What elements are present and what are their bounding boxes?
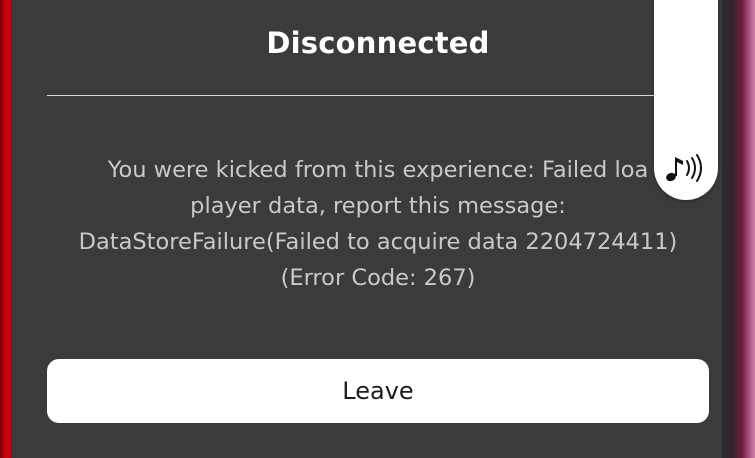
music-note-speaker-icon[interactable] [660, 150, 708, 186]
dialog-title: Disconnected [266, 26, 490, 60]
error-message-line-3: DataStoreFailure(Failed to acquire data … [78, 229, 678, 255]
title-divider [47, 95, 657, 96]
error-message-line-4: (Error Code: 267) [280, 265, 476, 291]
error-message-line-2: player data, report this message: [190, 193, 566, 219]
leave-button[interactable]: Leave [47, 359, 709, 423]
error-message: You were kicked from this experience: Fa… [35, 152, 721, 296]
error-message-line-1: You were kicked from this experience: Fa… [107, 157, 649, 183]
